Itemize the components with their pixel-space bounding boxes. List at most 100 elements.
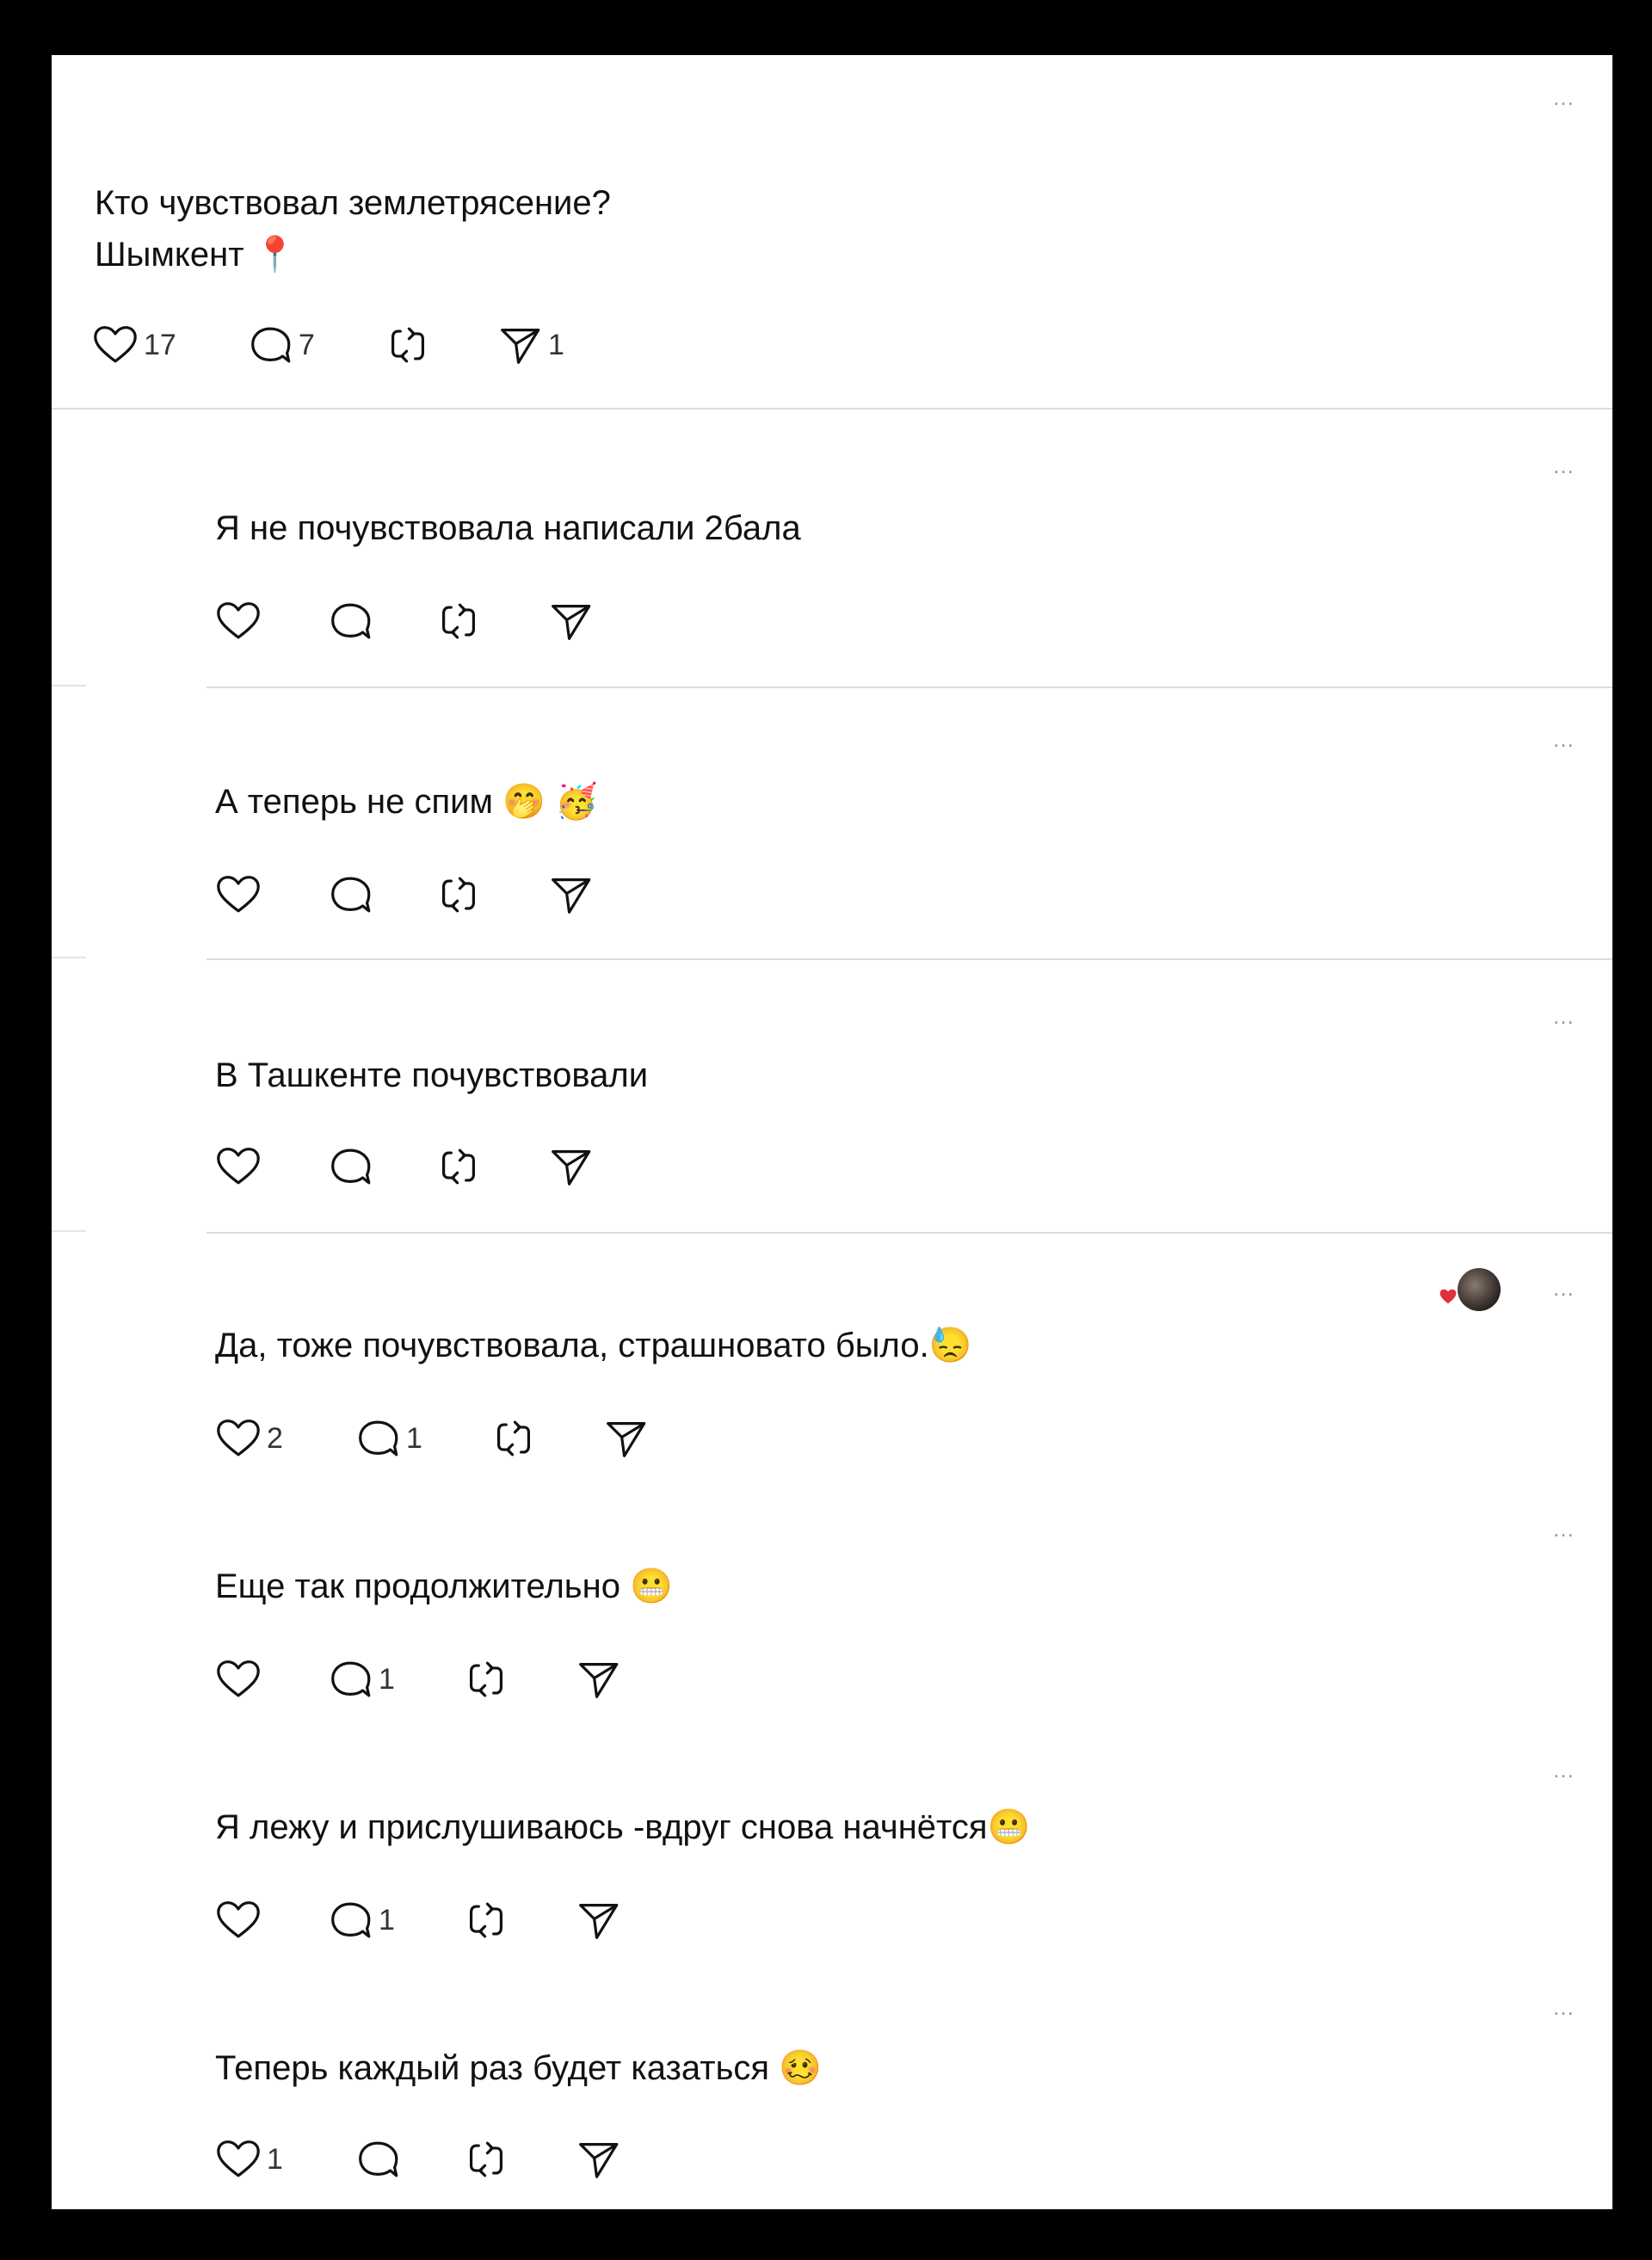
share-button[interactable] bbox=[573, 1653, 623, 1705]
post-text: Кто чувствовал землетрясение? Шымкент 📍 bbox=[95, 184, 611, 274]
thread-card: … Кто чувствовал землетрясение? Шымкент … bbox=[52, 55, 1612, 2209]
comment-bubble-icon bbox=[325, 1142, 375, 1192]
repost-icon bbox=[383, 320, 433, 370]
reply-count: 1 bbox=[406, 1422, 422, 1455]
share-button[interactable] bbox=[573, 1894, 623, 1946]
reply-post: … Я не почувствовала написали 2бала bbox=[52, 410, 1612, 688]
repost-icon bbox=[489, 1413, 539, 1463]
reply-count: 1 bbox=[379, 1663, 395, 1696]
reply-count: 1 bbox=[379, 1904, 395, 1937]
reply-button[interactable]: 1 bbox=[325, 1894, 395, 1946]
post-text: Да, тоже почувствовала, страшновато было… bbox=[215, 1327, 972, 1364]
share-button[interactable] bbox=[546, 1141, 595, 1192]
post-text: Я не почувствовала написали 2бала bbox=[215, 509, 801, 547]
reply-button[interactable] bbox=[325, 869, 375, 921]
avatar bbox=[1458, 1268, 1501, 1311]
repost-button[interactable] bbox=[434, 595, 484, 647]
reply-button[interactable] bbox=[325, 595, 375, 647]
more-options-icon[interactable]: … bbox=[1547, 453, 1581, 478]
comment-bubble-icon bbox=[325, 596, 375, 646]
repost-button[interactable] bbox=[489, 1413, 539, 1464]
post-text: Теперь каждый раз будет казаться 🥴 bbox=[215, 2049, 822, 2087]
post-actions bbox=[213, 869, 609, 921]
comment-bubble-icon bbox=[353, 2134, 403, 2184]
like-button[interactable] bbox=[213, 869, 263, 921]
repost-icon bbox=[461, 1654, 511, 1704]
heart-icon bbox=[213, 1413, 263, 1463]
more-options-icon[interactable]: … bbox=[1547, 84, 1581, 110]
heart-icon bbox=[90, 320, 140, 370]
like-button[interactable] bbox=[213, 1653, 263, 1705]
comment-bubble-icon bbox=[245, 320, 295, 370]
post-actions: 1 bbox=[213, 1653, 661, 1705]
like-count: 1 bbox=[267, 2143, 283, 2176]
thread-connector bbox=[52, 1230, 86, 1232]
more-options-icon[interactable]: … bbox=[1547, 1275, 1581, 1301]
share-paper-plane-icon bbox=[546, 596, 595, 646]
repost-button[interactable] bbox=[461, 1653, 511, 1705]
more-options-icon[interactable]: … bbox=[1547, 1516, 1581, 1542]
reply-button[interactable] bbox=[353, 2134, 403, 2185]
share-button[interactable] bbox=[546, 595, 595, 647]
more-options-icon[interactable]: … bbox=[1547, 1003, 1581, 1029]
like-button[interactable] bbox=[213, 1141, 263, 1192]
reply-post: … Еще так продолжительно 😬 1 bbox=[52, 1476, 1612, 1715]
repost-button[interactable] bbox=[461, 2134, 511, 2185]
comment-bubble-icon bbox=[353, 1413, 403, 1463]
like-count: 17 bbox=[144, 329, 176, 361]
share-paper-plane-icon bbox=[573, 2134, 623, 2184]
share-paper-plane-icon bbox=[601, 1413, 650, 1463]
post-text: А теперь не спим 🤭 🥳 bbox=[215, 783, 598, 821]
share-button[interactable] bbox=[601, 1413, 650, 1464]
repost-button[interactable] bbox=[434, 869, 484, 921]
heart-badge-icon bbox=[1439, 1287, 1458, 1306]
reply-button[interactable]: 1 bbox=[325, 1653, 395, 1705]
comment-bubble-icon bbox=[325, 1654, 375, 1704]
share-button[interactable]: 1 bbox=[495, 319, 564, 371]
post-actions: 1 bbox=[213, 1894, 661, 1946]
share-paper-plane-icon bbox=[573, 1654, 623, 1704]
like-button[interactable]: 17 bbox=[90, 319, 176, 371]
share-paper-plane-icon bbox=[546, 870, 595, 920]
share-button[interactable] bbox=[546, 869, 595, 921]
heart-icon bbox=[213, 2134, 263, 2184]
like-button[interactable] bbox=[213, 595, 263, 647]
more-options-icon[interactable]: … bbox=[1547, 1994, 1581, 2020]
heart-icon bbox=[213, 1654, 263, 1704]
post-text: В Ташкенте почувствовали bbox=[215, 1056, 649, 1094]
more-options-icon[interactable]: … bbox=[1547, 1757, 1581, 1783]
post-actions: 1 bbox=[213, 2134, 661, 2185]
like-count: 2 bbox=[267, 1422, 283, 1455]
reply-post: … В Ташкенте почувствовали bbox=[52, 960, 1612, 1234]
heart-icon bbox=[213, 596, 263, 646]
share-count: 1 bbox=[548, 329, 564, 361]
thread-connector bbox=[52, 685, 86, 687]
repost-icon bbox=[434, 1142, 484, 1192]
repost-icon bbox=[434, 870, 484, 920]
comment-bubble-icon bbox=[325, 870, 375, 920]
main-post: … Кто чувствовал землетрясение? Шымкент … bbox=[52, 55, 1612, 408]
repost-button[interactable] bbox=[383, 319, 436, 371]
reply-button[interactable]: 1 bbox=[353, 1413, 422, 1464]
share-paper-plane-icon bbox=[546, 1142, 595, 1192]
share-button[interactable] bbox=[573, 2134, 623, 2185]
heart-icon bbox=[213, 870, 263, 920]
reply-button[interactable] bbox=[325, 1141, 375, 1192]
reply-post: … Я лежу и прислушиваюсь -вдруг снова на… bbox=[52, 1715, 1612, 1956]
like-button[interactable]: 1 bbox=[213, 2134, 283, 2185]
repost-button[interactable] bbox=[461, 1894, 511, 1946]
post-text: Я лежу и прислушиваюсь -вдруг снова начн… bbox=[215, 1808, 1031, 1846]
share-paper-plane-icon bbox=[495, 320, 545, 370]
repost-icon bbox=[434, 596, 484, 646]
post-actions bbox=[213, 595, 609, 647]
like-button[interactable]: 2 bbox=[213, 1413, 283, 1464]
repost-icon bbox=[461, 2134, 511, 2184]
like-button[interactable] bbox=[213, 1894, 263, 1946]
comment-bubble-icon bbox=[325, 1895, 375, 1945]
liked-by-author-avatar[interactable] bbox=[1432, 1268, 1501, 1320]
reply-button[interactable]: 7 bbox=[245, 319, 315, 371]
post-text: Еще так продолжительно 😬 bbox=[215, 1567, 673, 1605]
repost-icon bbox=[461, 1895, 511, 1945]
repost-button[interactable] bbox=[434, 1141, 484, 1192]
more-options-icon[interactable]: … bbox=[1547, 726, 1581, 752]
